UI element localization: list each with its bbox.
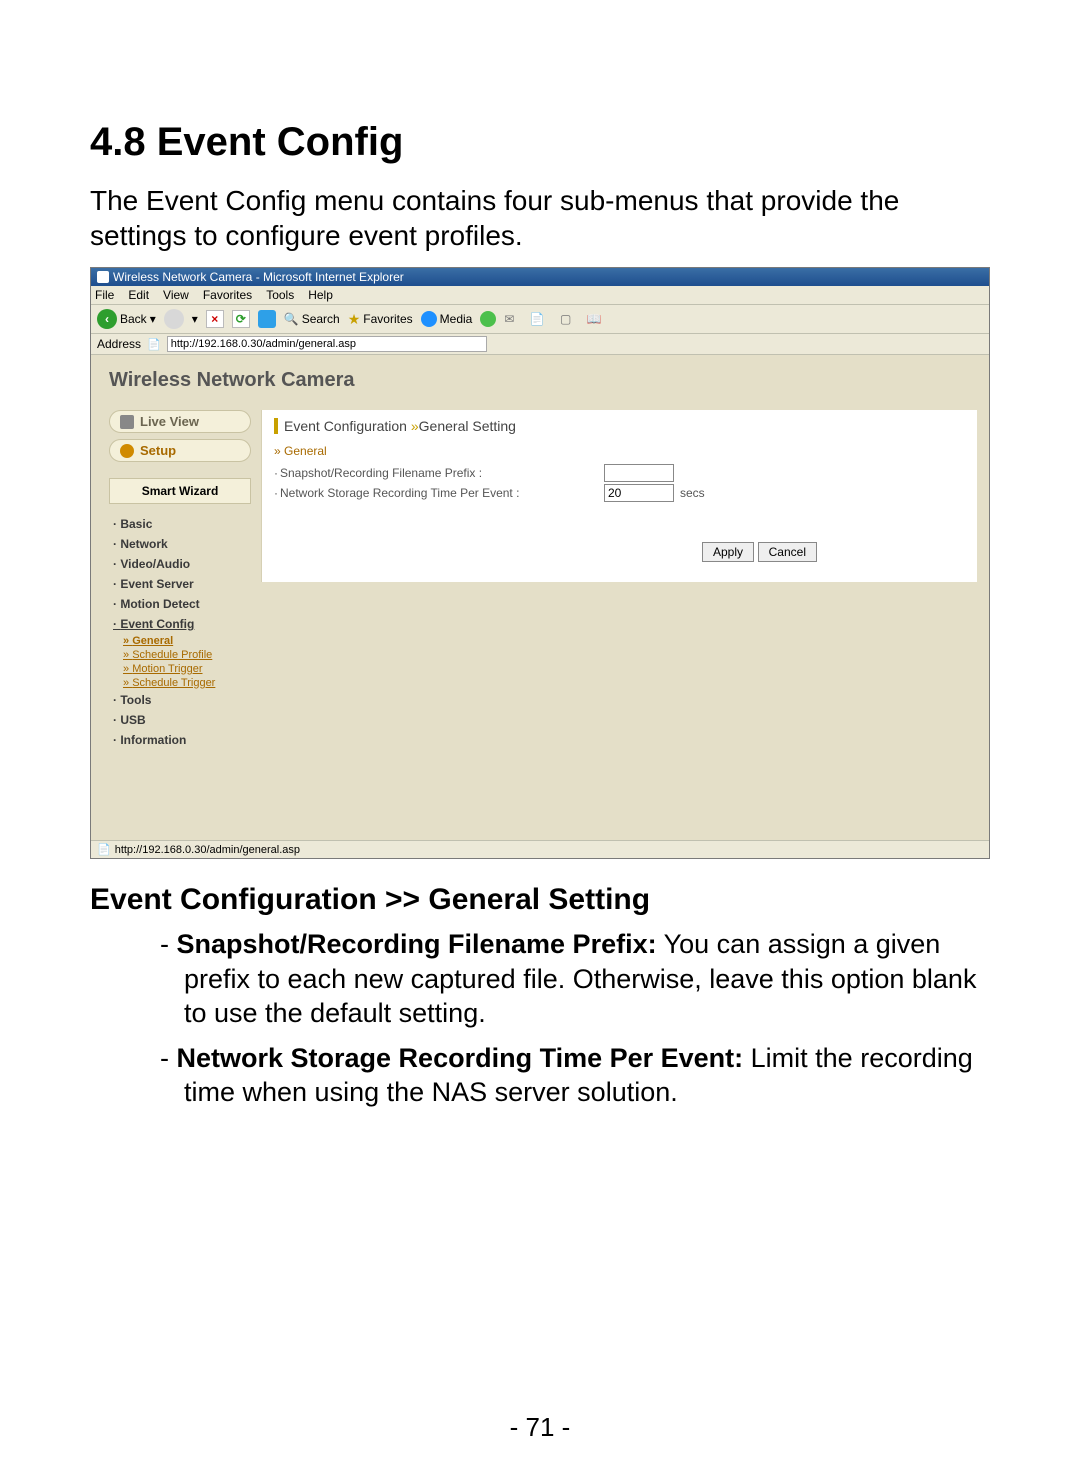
button-row: Apply Cancel xyxy=(274,542,957,562)
toolbar-extra-icons: ✉ 📄 ▢ 📖 xyxy=(504,312,607,326)
sidebar-setup[interactable]: Setup xyxy=(109,439,251,462)
bullet-2: Network Storage Recording Time Per Event… xyxy=(160,1041,990,1110)
favorites-button[interactable]: ★Favorites xyxy=(348,311,413,328)
refresh-button[interactable]: ⟳ xyxy=(232,310,250,328)
menu-file[interactable]: File xyxy=(95,288,114,302)
search-button[interactable]: 🔍 Search xyxy=(284,312,340,326)
nav-tools[interactable]: Tools xyxy=(109,690,251,710)
filename-prefix-label: Snapshot/Recording Filename Prefix : xyxy=(274,466,604,480)
forward-button[interactable] xyxy=(164,309,184,329)
address-bar: Address 📄 xyxy=(91,334,989,355)
section-title: 4.8 Event Config xyxy=(90,120,990,165)
sidebar: Live View Setup Smart Wizard Basic Netwo… xyxy=(91,410,261,750)
statusbar-page-icon: 📄 xyxy=(97,843,111,856)
window-titlebar: Wireless Network Camera - Microsoft Inte… xyxy=(91,268,989,286)
statusbar-text: http://192.168.0.30/admin/general.asp xyxy=(115,844,300,856)
menu-edit[interactable]: Edit xyxy=(128,288,149,302)
subnav-schedule-trigger[interactable]: Schedule Trigger xyxy=(109,676,251,690)
page-number: - 71 - xyxy=(0,1412,1080,1443)
camera-icon xyxy=(120,415,134,429)
apply-button[interactable]: Apply xyxy=(702,542,754,562)
statusbar: 📄 http://192.168.0.30/admin/general.asp xyxy=(91,840,989,858)
screenshot-window: Wireless Network Camera - Microsoft Inte… xyxy=(90,267,990,859)
menu-tools[interactable]: Tools xyxy=(266,288,294,302)
subnav-schedule-profile[interactable]: Schedule Profile xyxy=(109,648,251,662)
camera-page: Wireless Network Camera Live View Setup … xyxy=(91,355,989,840)
search-label: Search xyxy=(302,312,340,326)
menubar: File Edit View Favorites Tools Help xyxy=(91,286,989,305)
media-button[interactable]: Media xyxy=(421,311,473,327)
section-label: General xyxy=(274,444,957,458)
crumb-current: General Setting xyxy=(419,418,516,434)
stop-button[interactable]: × xyxy=(206,310,224,328)
bullet-list: Snapshot/Recording Filename Prefix: You … xyxy=(90,927,990,1110)
crumb-parent: Event Configuration xyxy=(284,418,411,434)
window-title: Wireless Network Camera - Microsoft Inte… xyxy=(113,270,404,284)
media-icon xyxy=(421,311,437,327)
row-recording-time: Network Storage Recording Time Per Event… xyxy=(274,484,957,502)
favorites-label: Favorites xyxy=(363,312,412,326)
bullet-1: Snapshot/Recording Filename Prefix: You … xyxy=(160,927,990,1031)
subsection-title: Event Configuration >> General Setting xyxy=(90,883,990,917)
bullet-2-bold: Network Storage Recording Time Per Event… xyxy=(177,1043,744,1073)
nav-event-config[interactable]: Event Config xyxy=(109,614,251,634)
toolbar: ‹ Back ▾ ▾ × ⟳ 🔍 Search ★Favorites Media… xyxy=(91,305,989,334)
media-label: Media xyxy=(440,312,473,326)
recording-time-label: Network Storage Recording Time Per Event… xyxy=(274,486,604,500)
ie-icon xyxy=(97,271,109,283)
star-icon: ★ xyxy=(348,311,361,328)
address-input[interactable] xyxy=(167,336,487,352)
camera-title: Wireless Network Camera xyxy=(91,355,989,410)
nav-usb[interactable]: USB xyxy=(109,710,251,730)
nav-basic[interactable]: Basic xyxy=(109,514,251,534)
page-icon: 📄 xyxy=(147,338,161,351)
subnav-motion-trigger[interactable]: Motion Trigger xyxy=(109,662,251,676)
menu-view[interactable]: View xyxy=(163,288,189,302)
nav-video-audio[interactable]: Video/Audio xyxy=(109,554,251,574)
address-label: Address xyxy=(97,337,141,351)
gear-icon xyxy=(120,444,134,458)
back-icon: ‹ xyxy=(97,309,117,329)
nav-network[interactable]: Network xyxy=(109,534,251,554)
intro-paragraph: The Event Config menu contains four sub-… xyxy=(90,183,990,253)
nav-motion-detect[interactable]: Motion Detect xyxy=(109,594,251,614)
cancel-button[interactable]: Cancel xyxy=(758,542,817,562)
live-view-label: Live View xyxy=(140,414,199,429)
history-icon[interactable] xyxy=(480,311,496,327)
back-label: Back xyxy=(120,312,147,326)
bullet-1-bold: Snapshot/Recording Filename Prefix: xyxy=(177,929,657,959)
recording-time-input[interactable] xyxy=(604,484,674,502)
filename-prefix-input[interactable] xyxy=(604,464,674,482)
menu-help[interactable]: Help xyxy=(308,288,333,302)
sidebar-live-view[interactable]: Live View xyxy=(109,410,251,433)
setup-label: Setup xyxy=(140,443,176,458)
breadcrumb: Event Configuration »General Setting xyxy=(274,418,957,434)
recording-time-unit: secs xyxy=(680,486,705,500)
crumb-sep: » xyxy=(411,418,419,434)
nav-event-server[interactable]: Event Server xyxy=(109,574,251,594)
nav-information[interactable]: Information xyxy=(109,730,251,750)
home-button[interactable] xyxy=(258,310,276,328)
menu-favorites[interactable]: Favorites xyxy=(203,288,252,302)
subnav-general[interactable]: General xyxy=(109,634,251,648)
back-button[interactable]: ‹ Back ▾ xyxy=(97,309,156,329)
row-filename-prefix: Snapshot/Recording Filename Prefix : xyxy=(274,464,957,482)
content-panel: Event Configuration »General Setting Gen… xyxy=(261,410,977,582)
smart-wizard-button[interactable]: Smart Wizard xyxy=(109,478,251,504)
